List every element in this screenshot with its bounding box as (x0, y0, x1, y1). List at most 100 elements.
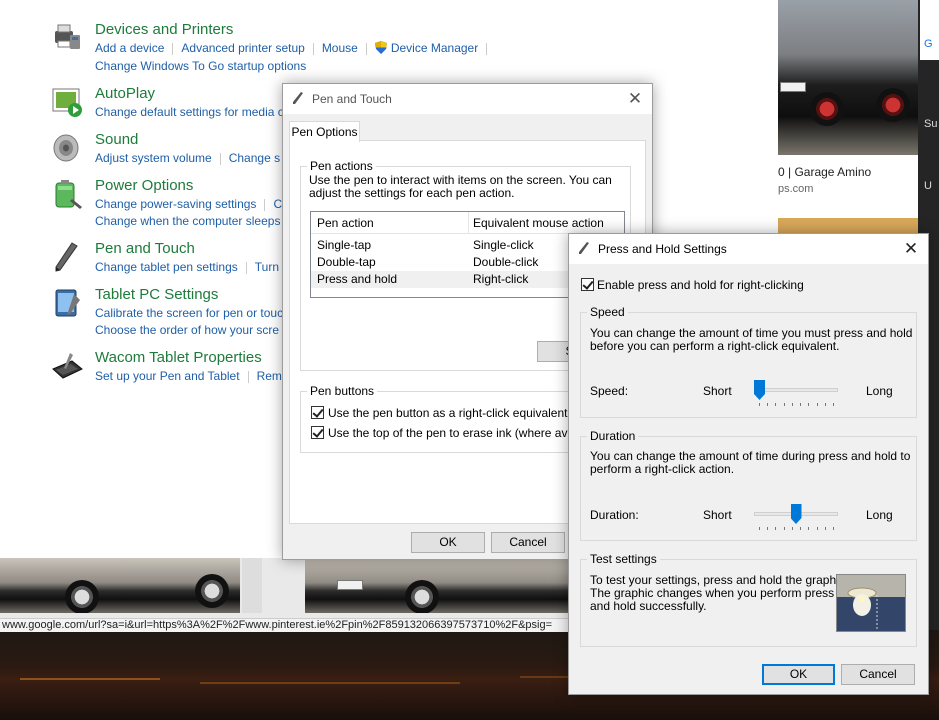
checkbox-label[interactable]: Use the top of the pen to erase ink (whe… (328, 427, 593, 440)
light-streak (20, 678, 160, 680)
speed-slider-track[interactable] (754, 388, 838, 392)
wheel (876, 88, 910, 122)
mouse-action-cell: Right-click (473, 272, 529, 286)
enable-press-hold-checkbox[interactable] (581, 278, 594, 291)
slider-tick (808, 403, 810, 406)
duration-description: perform a right-click action. (590, 462, 735, 476)
cp-title[interactable]: Power Options (95, 177, 193, 194)
speed-slider-thumb[interactable] (754, 380, 765, 400)
cp-title[interactable]: Wacom Tablet Properties (95, 349, 262, 366)
autoplay-icon (52, 88, 82, 117)
column-header-mouse-action[interactable]: Equivalent mouse action (473, 212, 604, 234)
cancel-button[interactable]: Cancel (491, 532, 565, 553)
result-title[interactable]: 0 | Garage Amino (778, 165, 871, 179)
slider-tick (767, 527, 769, 530)
title-bar[interactable]: Pen and Touch ✕ (283, 84, 652, 114)
cp-title[interactable]: Sound (95, 131, 138, 148)
erase-ink-checkbox[interactable] (311, 426, 324, 439)
cp-links: Choose the order of how your scre (95, 323, 279, 337)
link-separator (247, 370, 249, 383)
slider-tick (783, 403, 785, 406)
test-description: and hold successfully. (590, 599, 707, 613)
checkbox-label[interactable]: Enable press and hold for right-clicking (597, 279, 804, 292)
tablet-pen-settings-link[interactable]: Change tablet pen settings (95, 260, 238, 274)
slider-tick (759, 403, 760, 406)
turn-flicks-link[interactable]: Turn (255, 260, 279, 274)
car-image[interactable] (305, 558, 600, 613)
screen-rotation-order-link[interactable]: Choose the order of how your scre (95, 323, 279, 337)
panel-text[interactable]: G (924, 38, 933, 50)
pen-action-cell: Single-tap (317, 238, 372, 252)
wheel (195, 574, 229, 608)
adjust-volume-link[interactable]: Adjust system volume (95, 151, 212, 165)
short-label: Short (703, 384, 732, 398)
close-icon[interactable]: ✕ (624, 88, 646, 110)
close-icon[interactable]: ✕ (900, 238, 922, 260)
dialog-title: Press and Hold Settings (598, 242, 727, 256)
image-strip (0, 558, 600, 618)
image-result-card[interactable]: 0 | Garage Amino ps.com (778, 0, 918, 234)
link-separator (486, 42, 488, 55)
cp-title[interactable]: AutoPlay (95, 85, 155, 102)
slider-tick (833, 527, 834, 530)
cp-links: Change tablet pen settings Turn (95, 260, 279, 274)
list-header: Pen action Equivalent mouse action (311, 212, 624, 234)
remove-link[interactable]: Rem (257, 369, 282, 383)
column-header-pen-action[interactable]: Pen action (317, 212, 374, 234)
duration-slider-thumb[interactable] (790, 504, 802, 524)
checkbox-label[interactable]: Use the pen button as a right-click equi… (328, 407, 567, 420)
tab-pen-options[interactable]: Pen Options (289, 121, 360, 142)
pen-action-cell: Double-tap (317, 255, 376, 269)
duration-group: Duration You can change the amount of ti… (580, 429, 917, 541)
cancel-button[interactable]: Cancel (841, 664, 915, 685)
speed-description: before you can perform a right-click equ… (590, 339, 840, 353)
wheel (65, 580, 99, 613)
wacom-tablet-icon (52, 353, 83, 379)
cp-links: Change Windows To Go startup options (95, 59, 306, 73)
add-device-link[interactable]: Add a device (95, 41, 164, 55)
windows-to-go-link[interactable]: Change Windows To Go startup options (95, 59, 306, 73)
slider-tick (808, 527, 810, 530)
setup-pen-tablet-link[interactable]: Set up your Pen and Tablet (95, 369, 240, 383)
ok-button[interactable]: OK (411, 532, 485, 553)
ok-button[interactable]: OK (762, 664, 835, 685)
cp-title[interactable]: Tablet PC Settings (95, 286, 218, 303)
mouse-link[interactable]: Mouse (322, 41, 358, 55)
mouse-action-cell: Double-click (473, 255, 539, 269)
group-label: Pen actions (307, 159, 376, 173)
test-graphic[interactable] (836, 574, 906, 632)
column-divider[interactable] (468, 212, 469, 234)
license-plate (337, 580, 363, 590)
slider-tick (816, 403, 818, 406)
cp-title[interactable]: Pen and Touch (95, 240, 195, 257)
power-saving-link[interactable]: Change power-saving settings (95, 197, 256, 211)
group-label: Speed (587, 305, 628, 319)
advanced-printer-setup-link[interactable]: Advanced printer setup (181, 41, 304, 55)
computer-sleeps-link[interactable]: Change when the computer sleeps (95, 214, 280, 228)
slider-tick (783, 527, 785, 530)
pen-icon (293, 92, 303, 104)
link-separator (172, 42, 174, 55)
uac-shield-icon (374, 41, 387, 54)
cp-links: Calibrate the screen for pen or touc (95, 306, 283, 320)
slider-tick (833, 403, 834, 406)
duration-row-label: Duration: (590, 508, 639, 522)
slider-tick (800, 527, 802, 530)
pen-icon (55, 242, 78, 272)
change-sounds-link[interactable]: Change s (229, 151, 280, 165)
duration-slider-ticks (759, 527, 834, 531)
result-image-bottom (778, 218, 918, 234)
slider-tick (800, 403, 802, 406)
long-label: Long (866, 508, 893, 522)
title-bar[interactable]: Press and Hold Settings ✕ (569, 234, 928, 264)
right-click-checkbox[interactable] (311, 406, 324, 419)
autoplay-defaults-link[interactable]: Change default settings for media c (95, 105, 284, 119)
ceiling-light-icon (837, 575, 905, 631)
cp-title[interactable]: Devices and Printers (95, 21, 233, 38)
power-buttons-link[interactable]: C (273, 197, 282, 211)
speaker-icon (53, 134, 79, 162)
printer-icon (55, 24, 80, 49)
device-manager-link[interactable]: Device Manager (391, 41, 478, 55)
car-image[interactable] (0, 558, 240, 613)
calibrate-screen-link[interactable]: Calibrate the screen for pen or touc (95, 306, 283, 320)
